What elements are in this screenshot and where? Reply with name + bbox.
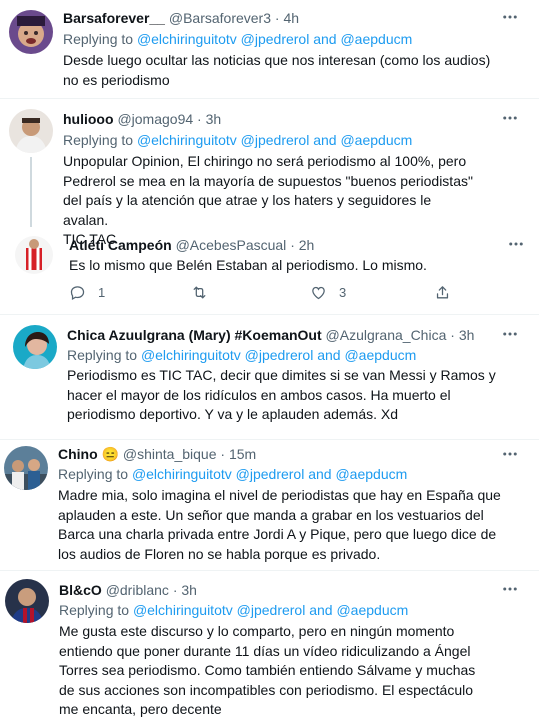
replying-to-label: Replying to [59, 602, 130, 618]
mention-link[interactable]: @aepducm [340, 132, 412, 148]
tweet[interactable]: Chica Azuulgrana (Mary) #KoemanOut @Azul… [0, 315, 539, 439]
display-name[interactable]: Chica Azuulgrana (Mary) #KoemanOut [67, 327, 322, 343]
timestamp[interactable]: 3h [459, 327, 475, 343]
mention-link[interactable]: @jpedrerol [236, 466, 305, 482]
avatar[interactable] [9, 109, 53, 153]
tweet-text: Me gusta este discurso y lo comparto, pe… [59, 623, 476, 717]
display-name[interactable]: Barsaforever__ [63, 10, 165, 26]
avatar[interactable] [4, 446, 48, 490]
like-button[interactable]: 3 [310, 284, 346, 301]
timestamp[interactable]: 15m [229, 446, 256, 462]
tweet-header: Chino 😑 @shinta_bique · 15m [58, 445, 256, 463]
mention-link[interactable]: @jpedrerol [241, 132, 310, 148]
retweet-icon [191, 284, 208, 301]
user-handle[interactable]: @Azulgrana_Chica [326, 327, 447, 343]
like-count: 3 [339, 285, 347, 300]
user-handle[interactable]: @AcebesPascual [176, 237, 287, 253]
more-icon[interactable] [501, 445, 519, 463]
avatar[interactable] [15, 236, 53, 274]
tweet-text: Madre mia, solo imagina el nivel de peri… [58, 487, 501, 562]
tweet[interactable]: Chino 😑 @shinta_bique · 15m Replying to … [0, 440, 539, 570]
display-name[interactable]: Chino [58, 446, 98, 462]
replying-to: Replying to @elchiringuitotv @jpedrerol … [63, 131, 412, 149]
avatar[interactable] [9, 10, 53, 54]
replying-to: Replying to @elchiringuitotv @jpedrerol … [58, 465, 407, 483]
tweet[interactable]: Atléti Campeón @AcebesPascual · 2h Es lo… [0, 226, 539, 314]
replying-to-label: Replying to [67, 347, 138, 363]
timestamp[interactable]: 3h [206, 111, 222, 127]
more-icon[interactable] [501, 580, 519, 598]
thread-line [30, 157, 32, 227]
reply-icon [69, 284, 86, 301]
replying-to-label: Replying to [58, 466, 129, 482]
mention-link[interactable]: @aepducm [344, 347, 416, 363]
display-name[interactable]: Bl&cO [59, 582, 102, 598]
separator-dot: · [172, 582, 178, 598]
tweet[interactable]: huliooo @jomago94 · 3h Replying to @elch… [0, 99, 539, 247]
tweet-header: Atléti Campeón @AcebesPascual · 2h [69, 236, 314, 254]
mention-conjunction: and [308, 466, 332, 482]
action-bar: 1 3 [0, 284, 539, 304]
expressionless-face-icon: 😑 [101, 446, 119, 462]
tweet-header: huliooo @jomago94 · 3h [63, 110, 221, 128]
more-icon[interactable] [507, 235, 525, 253]
tweet-text: Desde luego ocultar las noticias que nos… [63, 52, 491, 88]
more-icon[interactable] [501, 8, 519, 26]
user-handle[interactable]: @jomago94 [117, 111, 193, 127]
mention-link[interactable]: @jpedrerol [245, 347, 314, 363]
mention-conjunction: and [313, 31, 337, 47]
tweet-header: Chica Azuulgrana (Mary) #KoemanOut @Azul… [67, 326, 474, 344]
share-button[interactable] [434, 284, 451, 301]
more-icon[interactable] [501, 109, 519, 127]
tweet-header: Barsaforever__ @Barsaforever3 · 4h [63, 9, 299, 27]
timestamp[interactable]: 2h [299, 237, 315, 253]
mention-link[interactable]: @elchiringuitotv [133, 602, 233, 618]
reply-button[interactable]: 1 [69, 284, 105, 301]
mention-link[interactable]: @jpedrerol [237, 602, 306, 618]
mention-link[interactable]: @elchiringuitotv [137, 31, 237, 47]
tweet-text: Es lo mismo que Belén Estaban al periodi… [69, 257, 427, 273]
avatar[interactable] [13, 325, 57, 369]
replying-to: Replying to @elchiringuitotv @jpedrerol … [63, 30, 412, 48]
share-icon [434, 284, 451, 301]
separator-dot: · [290, 237, 295, 253]
mention-link[interactable]: @elchiringuitotv [132, 466, 232, 482]
like-icon [310, 284, 327, 301]
mention-link[interactable]: @elchiringuitotv [141, 347, 241, 363]
avatar[interactable] [5, 579, 49, 623]
mention-link[interactable]: @aepducm [336, 602, 408, 618]
mention-conjunction: and [317, 347, 341, 363]
separator-dot: · [220, 446, 226, 462]
replying-to: Replying to @elchiringuitotv @jpedrerol … [67, 346, 416, 364]
replying-to-label: Replying to [63, 132, 134, 148]
replying-to-label: Replying to [63, 31, 134, 47]
tweet[interactable]: Barsaforever__ @Barsaforever3 · 4h Reply… [0, 0, 539, 98]
mention-link[interactable]: @aepducm [340, 31, 412, 47]
separator-dot: · [450, 327, 455, 343]
more-icon[interactable] [501, 325, 519, 343]
user-handle[interactable]: @driblanc [106, 582, 169, 598]
timestamp[interactable]: 4h [283, 10, 299, 26]
retweet-button[interactable] [191, 284, 208, 301]
tweet[interactable]: Bl&cO @driblanc · 3h Replying to @elchir… [0, 571, 539, 719]
user-handle[interactable]: @shinta_bique [123, 446, 217, 462]
separator-dot: · [274, 10, 280, 26]
user-handle[interactable]: @Barsaforever3 [169, 10, 271, 26]
tweet-text: Periodismo es TIC TAC, decir que dimites… [67, 367, 496, 422]
mention-link[interactable]: @jpedrerol [241, 31, 310, 47]
tweet-header: Bl&cO @driblanc · 3h [59, 581, 197, 599]
display-name[interactable]: huliooo [63, 111, 114, 127]
separator-dot: · [197, 111, 202, 127]
mention-link[interactable]: @elchiringuitotv [137, 132, 237, 148]
mention-link[interactable]: @aepducm [335, 466, 407, 482]
mention-conjunction: and [309, 602, 333, 618]
mention-conjunction: and [313, 132, 337, 148]
timestamp[interactable]: 3h [181, 582, 197, 598]
replying-to: Replying to @elchiringuitotv @jpedrerol … [59, 601, 408, 619]
display-name[interactable]: Atléti Campeón [69, 237, 172, 253]
reply-count: 1 [98, 285, 106, 300]
